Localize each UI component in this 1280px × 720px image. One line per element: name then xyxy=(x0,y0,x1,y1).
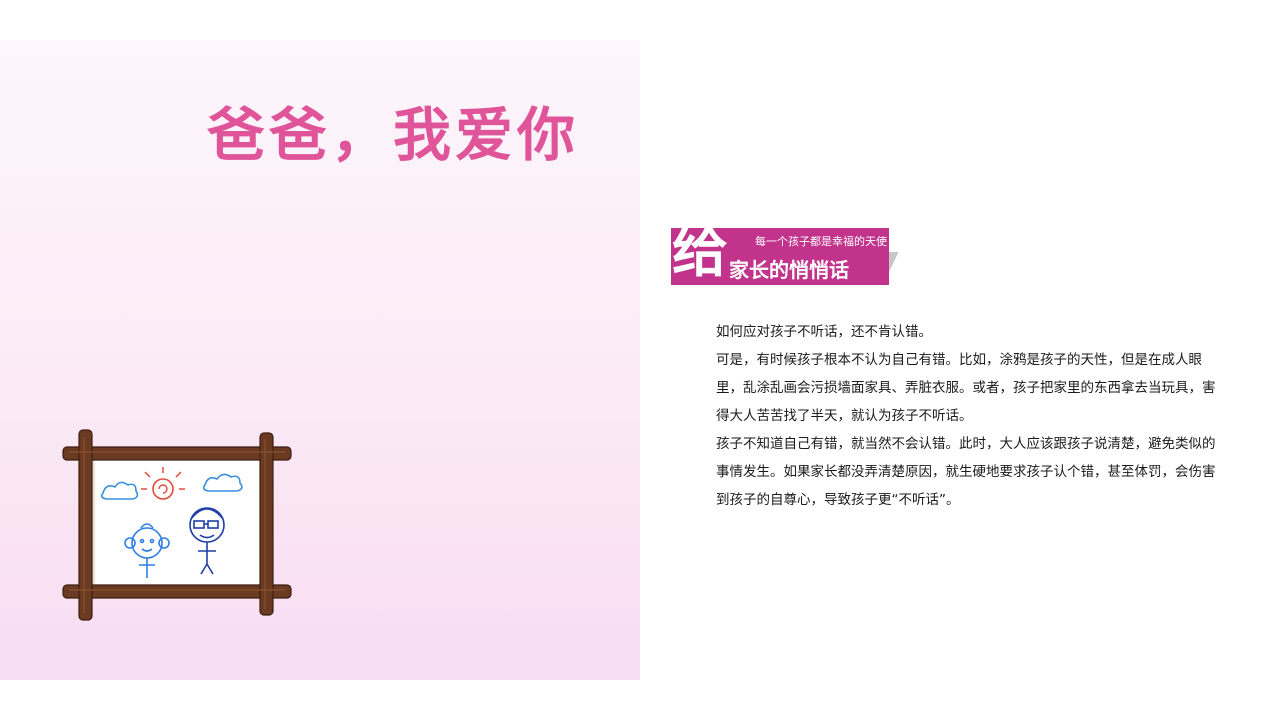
picture-frame-drawing-icon xyxy=(55,425,300,625)
article-paragraph: 孩子不知道自己有错，就当然不会认错。此时，大人应该跟孩子说清楚，避免类似的事情发… xyxy=(716,436,1216,508)
article-paragraph: 如何应对孩子不听话，还不肯认错。 xyxy=(716,324,932,340)
page-title: 爸爸，我爱你 xyxy=(207,101,580,169)
article-paragraph: 可是，有时候孩子根本不认为自己有错。比如，涂鸦是孩子的天性，但是在成人眼里，乱涂… xyxy=(716,352,1216,424)
article-body: 如何应对孩子不听话，还不肯认错。 可是，有时候孩子根本不认为自己有错。比如，涂鸦… xyxy=(716,318,1216,514)
banner-heading: 家长的悄悄话 xyxy=(729,258,849,282)
parents-tips-banner: 给 每一个孩子都是幸福的天使 家长的悄悄话 xyxy=(671,220,899,290)
banner-tagline: 每一个孩子都是幸福的天使 xyxy=(755,235,887,248)
banner-big-character: 给 xyxy=(672,220,728,285)
